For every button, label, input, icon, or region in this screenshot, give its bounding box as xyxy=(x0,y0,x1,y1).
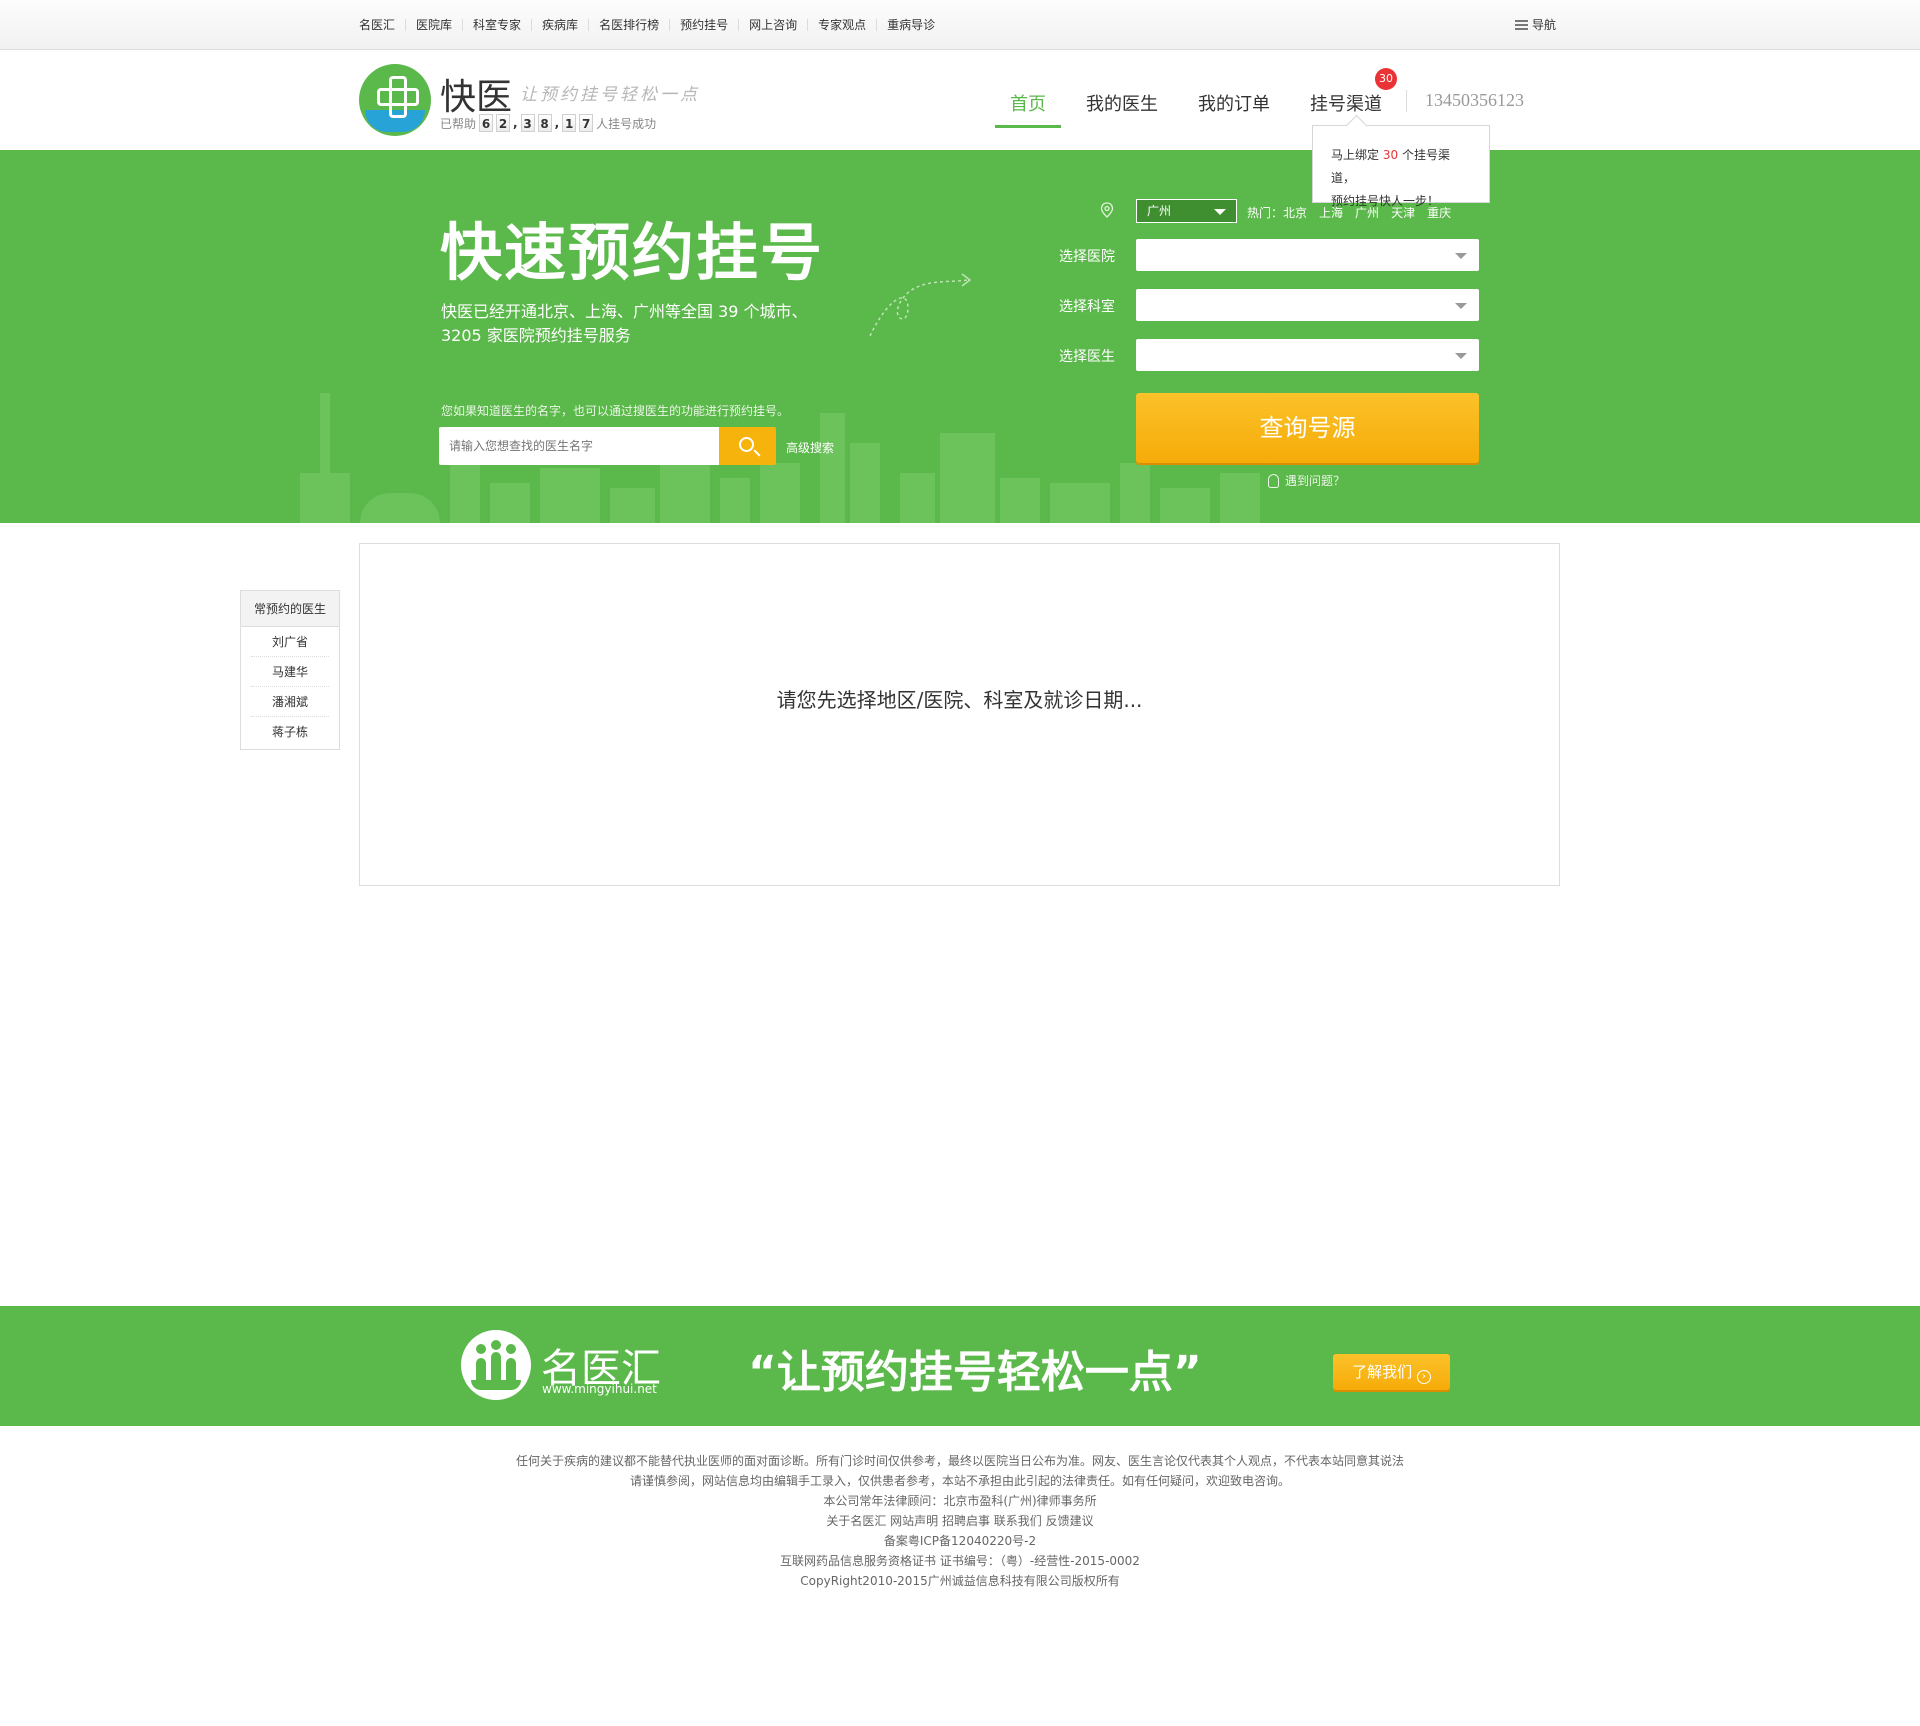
top-link-ranking[interactable]: 名医排行榜 xyxy=(588,19,669,31)
tooltip-line1: 马上绑定 30 个挂号渠道， xyxy=(1331,144,1471,190)
footer-banner: 名医汇 www.mingyihui.net “让预约挂号轻松一点” 了解我们 › xyxy=(0,1306,1920,1426)
hot-city-link[interactable]: 北京 xyxy=(1283,204,1307,221)
top-link-opinions[interactable]: 专家观点 xyxy=(807,19,876,31)
hospital-label: 选择医院 xyxy=(1059,249,1115,265)
header: 快医 让预约挂号轻松一点 已帮助 6 2 , 3 8 , 1 7 人挂号成功 首… xyxy=(0,50,1920,150)
location-pin-icon xyxy=(1100,202,1114,218)
legal-line: 请谨慎参阅，网站信息均由编辑手工录入，仅供患者参考，本站不承担由此引起的法律责任… xyxy=(629,1474,1290,1488)
nav-home[interactable]: 首页 xyxy=(995,50,1061,128)
nav-channels[interactable]: 挂号渠道 30 xyxy=(1310,50,1397,128)
hamburger-icon xyxy=(1515,19,1528,30)
tooltip-pre: 马上绑定 xyxy=(1331,148,1380,162)
channels-badge: 30 xyxy=(1375,68,1397,90)
legal-line: 任何关于疾病的建议都不能替代执业医师的面对面诊断。所有门诊时间仅供参考，最终以医… xyxy=(515,1454,1404,1468)
nav-my-orders[interactable]: 我的订单 xyxy=(1198,50,1270,128)
counter-separator: , xyxy=(554,116,560,130)
helped-prefix: 已帮助 xyxy=(440,116,477,131)
chevron-down-icon xyxy=(1455,353,1467,359)
counter-separator: , xyxy=(513,116,518,130)
top-link-mingyihui[interactable]: 名医汇 xyxy=(359,19,405,31)
frequent-doctor-item[interactable]: 潘湘斌 xyxy=(251,687,329,717)
nav-menu-label: 导航 xyxy=(1532,18,1557,32)
hero-title: 快速预约挂号 xyxy=(440,216,825,289)
results-panel: 请您先选择地区/医院、科室及就诊日期... xyxy=(359,543,1560,886)
doctor-search-input[interactable] xyxy=(439,427,719,465)
hero-description: 快医已经开通北京、上海、广州等全国 39 个城市、 3205 家医院预约挂号服务 xyxy=(441,300,808,348)
city-select-value: 广州 xyxy=(1147,204,1172,218)
tooltip-line2: 预约挂号快人一步！ xyxy=(1331,194,1440,208)
help-label: 遇到问题？ xyxy=(1285,474,1346,488)
logo-icon[interactable] xyxy=(359,64,431,136)
search-button[interactable] xyxy=(718,427,776,465)
department-select[interactable] xyxy=(1136,289,1479,321)
top-link-diseases[interactable]: 疾病库 xyxy=(531,19,588,31)
legal-line: 互联网药品信息服务资格证书 证书编号：（粤）-经营性-2015-0002 xyxy=(780,1554,1140,1568)
doctor-select[interactable] xyxy=(1136,339,1479,371)
search-tip: 您如果知道医生的名字，也可以通过搜医生的功能进行预约挂号。 xyxy=(441,404,790,418)
helped-suffix: 人挂号成功 xyxy=(596,116,657,131)
nav-my-doctors[interactable]: 我的医生 xyxy=(1086,50,1158,128)
logo-name[interactable]: 快医 xyxy=(440,68,512,120)
footer-links[interactable]: 关于名医汇 网站声明 招聘启事 联系我们 反馈建议 xyxy=(0,1511,1920,1531)
lightbulb-icon xyxy=(1268,473,1279,488)
counter-digit: 2 xyxy=(496,114,511,132)
nav-menu-button[interactable]: 导航 xyxy=(1515,16,1556,33)
top-link-experts[interactable]: 科室专家 xyxy=(462,19,531,31)
legal-footer: 任何关于疾病的建议都不能替代执业医师的面对面诊断。所有门诊时间仅供参考，最终以医… xyxy=(0,1451,1920,1591)
query-button[interactable]: 查询号源 xyxy=(1136,393,1479,463)
chevron-down-icon xyxy=(1214,209,1226,215)
frequent-doctors-title: 常预约的医生 xyxy=(241,591,339,627)
dashed-arrow-icon xyxy=(869,273,972,337)
hero-banner: 快速预约挂号 快医已经开通北京、上海、广州等全国 39 个城市、 3205 家医… xyxy=(0,150,1920,523)
doctor-search xyxy=(439,427,776,465)
arrow-right-circle-icon: › xyxy=(1416,1370,1431,1384)
counter-digit: 1 xyxy=(562,114,577,132)
advanced-search-link[interactable]: 高级搜索 xyxy=(786,439,834,456)
user-phone[interactable]: 13450356123 xyxy=(1406,90,1524,112)
medical-cross-icon xyxy=(377,76,419,118)
hospital-select[interactable] xyxy=(1136,239,1479,271)
about-us-label: 了解我们 xyxy=(1352,1363,1413,1381)
frequent-doctors-panel: 常预约的医生 刘广省 马建华 潘湘斌 蒋子栋 xyxy=(240,590,340,750)
empty-state-message: 请您先选择地区/医院、科室及就诊日期... xyxy=(776,688,1143,712)
top-link-guide[interactable]: 重病导诊 xyxy=(876,19,945,31)
copyright: CopyRight2010-2015广州诚益信息科技有限公司版权所有 xyxy=(800,1574,1120,1588)
frequent-doctor-item[interactable]: 马建华 xyxy=(251,657,329,687)
hot-label: 热门： xyxy=(1247,206,1284,220)
footer-slogan: “让预约挂号轻松一点” xyxy=(748,1347,1202,1398)
chevron-down-icon xyxy=(1455,253,1467,259)
helped-counter: 已帮助 6 2 , 3 8 , 1 7 人挂号成功 xyxy=(440,114,656,132)
frequent-doctor-item[interactable]: 刘广省 xyxy=(251,627,329,657)
counter-digit: 7 xyxy=(579,114,594,132)
chevron-down-icon xyxy=(1455,303,1467,309)
channels-tooltip: 马上绑定 30 个挂号渠道， 预约挂号快人一步！ xyxy=(1312,125,1490,208)
nav-channels-label: 挂号渠道 xyxy=(1310,94,1382,115)
search-icon xyxy=(738,437,754,452)
legal-line: 备案粤ICP备12040220号-2 xyxy=(883,1534,1037,1548)
city-select[interactable]: 广州 xyxy=(1136,199,1237,223)
counter-digit: 6 xyxy=(479,114,494,132)
hero-desc-line1: 快医已经开通北京、上海、广州等全国 39 个城市、 xyxy=(441,302,808,321)
doctor-label: 选择医生 xyxy=(1059,349,1115,365)
hero-desc-line2: 3205 家医院预约挂号服务 xyxy=(441,326,631,345)
top-nav: 名医汇 医院库 科室专家 疾病库 名医排行榜 预约挂号 网上咨询 专家观点 重病… xyxy=(359,0,945,50)
top-link-hospitals[interactable]: 医院库 xyxy=(405,19,462,31)
top-link-consult[interactable]: 网上咨询 xyxy=(738,19,807,31)
top-bar: 名医汇 医院库 科室专家 疾病库 名医排行榜 预约挂号 网上咨询 专家观点 重病… xyxy=(0,0,1920,50)
footer-url: www.mingyihui.net xyxy=(542,1382,657,1396)
top-link-appointment[interactable]: 预约挂号 xyxy=(669,19,738,31)
counter-digit: 8 xyxy=(537,114,552,132)
counter-digit: 3 xyxy=(520,114,535,132)
frequent-doctor-item[interactable]: 蒋子栋 xyxy=(251,717,329,747)
department-label: 选择科室 xyxy=(1059,299,1115,315)
logo-slogan: 让预约挂号轻松一点 xyxy=(520,85,700,105)
legal-line: 本公司常年法律顾问：北京市盈科(广州)律师事务所 xyxy=(823,1494,1097,1508)
tooltip-number: 30 xyxy=(1382,148,1399,162)
mingyihui-logo-icon[interactable] xyxy=(461,1330,531,1400)
about-us-button[interactable]: 了解我们 › xyxy=(1333,1354,1450,1390)
help-link[interactable]: 遇到问题？ xyxy=(1268,472,1345,489)
